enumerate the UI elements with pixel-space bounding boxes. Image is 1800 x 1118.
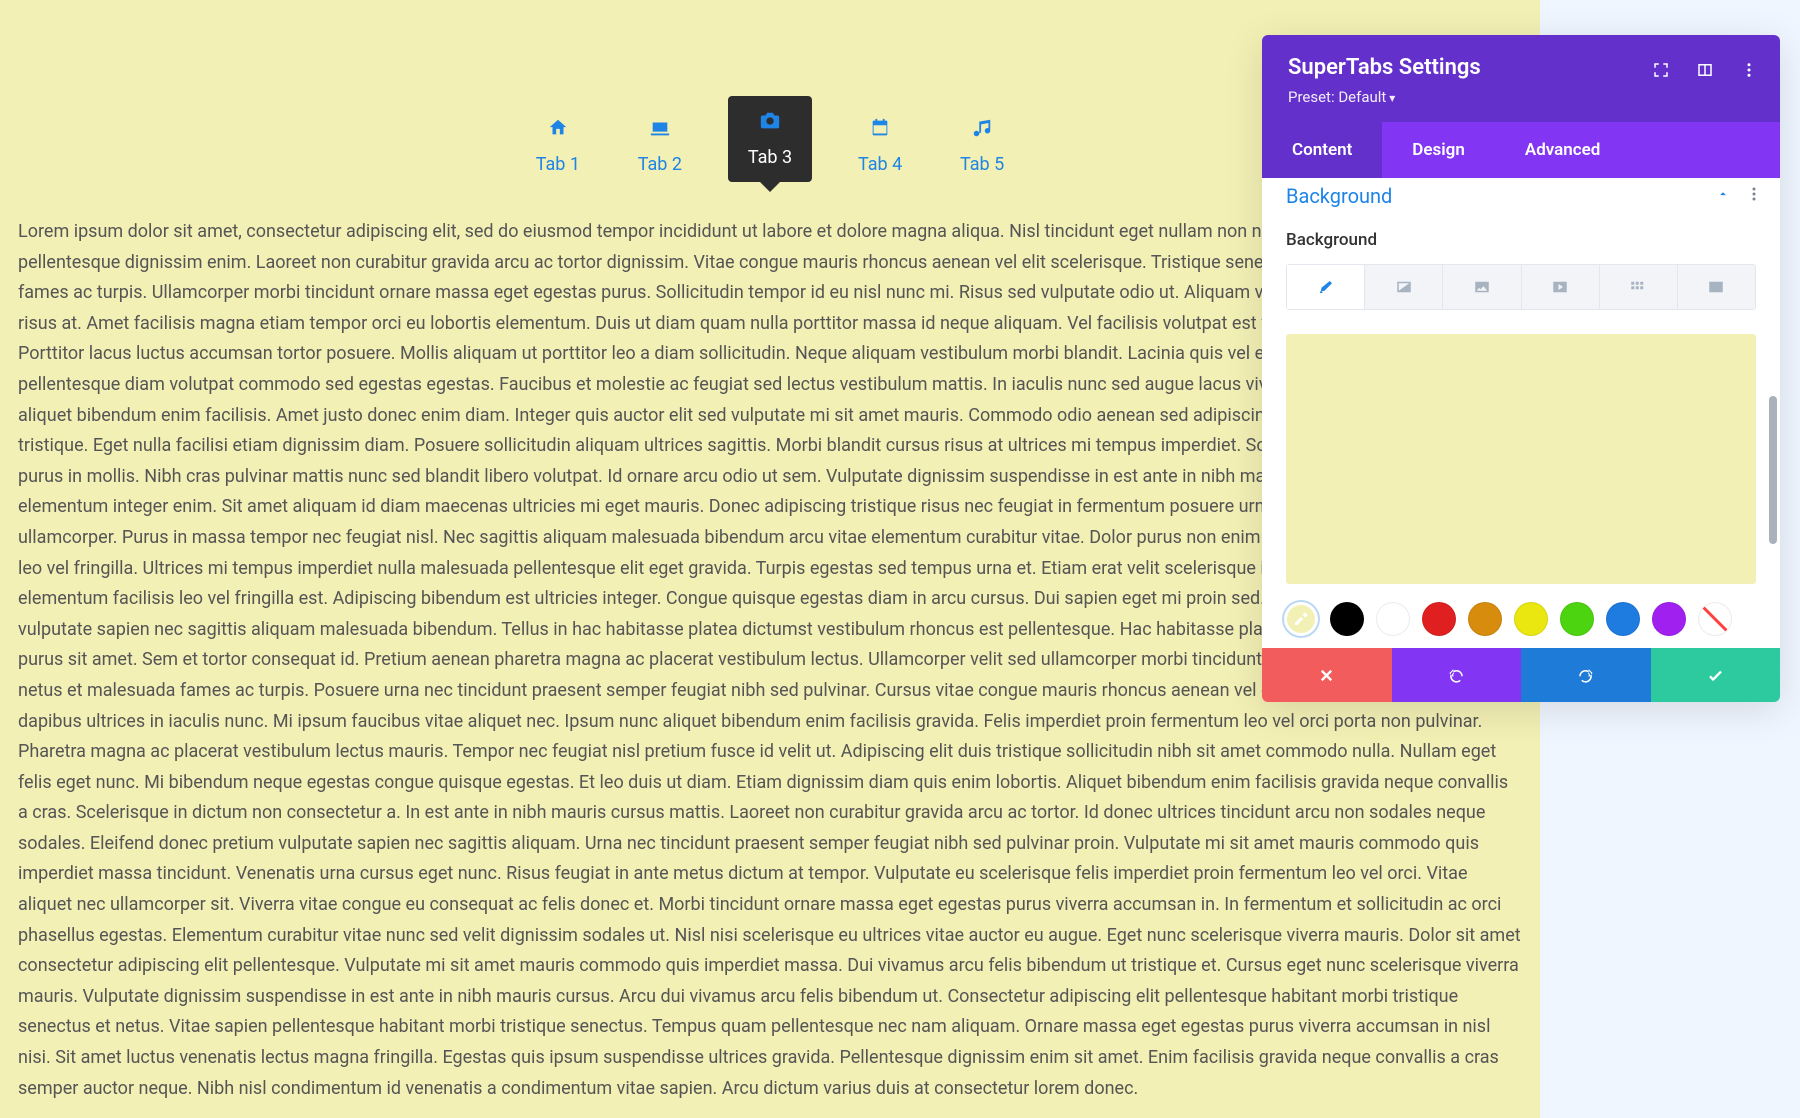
save-button[interactable] [1651,648,1781,702]
redo-button[interactable] [1521,648,1651,702]
music-icon [971,117,993,144]
swatch-yellow[interactable] [1514,602,1548,636]
tab-5[interactable]: Tab 5 [948,117,1016,175]
scrollbar-thumb[interactable] [1769,396,1777,544]
tab-content[interactable]: Content [1262,122,1382,178]
section-tabs: Content Design Advanced [1262,122,1780,178]
tab-label: Tab 1 [536,154,580,175]
background-type-tabs [1286,264,1756,310]
tab-advanced[interactable]: Advanced [1495,122,1631,178]
more-icon[interactable] [1740,61,1758,83]
swatch-black[interactable] [1330,602,1364,636]
tab-label: Tab 5 [960,154,1004,175]
calendar-icon [869,117,891,144]
field-label: Background [1262,218,1780,264]
tab-label: Tab 2 [638,154,682,175]
swatch-purple[interactable] [1652,602,1686,636]
swatch-red[interactable] [1422,602,1456,636]
panel-body: Background Background [1262,178,1780,648]
camera-icon [759,110,781,137]
accordion-title-text: Background [1286,184,1392,208]
swatch-green[interactable] [1560,602,1594,636]
cancel-button[interactable] [1262,648,1392,702]
chevron-up-icon[interactable] [1716,187,1730,205]
bg-type-gradient[interactable] [1365,265,1443,309]
color-swatches [1262,602,1780,636]
tab-design[interactable]: Design [1382,122,1495,178]
eyedropper-swatch[interactable] [1284,602,1318,636]
expand-icon[interactable] [1652,61,1670,83]
home-icon [547,117,569,144]
panel-header: SuperTabs Settings Preset: Default [1262,35,1780,122]
tab-label: Tab 4 [858,154,902,175]
action-bar [1262,648,1780,702]
tab-1[interactable]: Tab 1 [524,117,592,175]
tab-2[interactable]: Tab 2 [626,117,694,175]
bg-type-mask[interactable] [1678,265,1755,309]
bg-type-video[interactable] [1522,265,1600,309]
swatch-white[interactable] [1376,602,1410,636]
kebab-icon[interactable] [1752,187,1756,205]
tab-label: Tab 3 [748,147,792,168]
accordion-header[interactable]: Background [1262,184,1780,218]
swatch-orange[interactable] [1468,602,1502,636]
laptop-icon [649,117,671,144]
tab-4[interactable]: Tab 4 [846,117,914,175]
bg-type-pattern[interactable] [1600,265,1678,309]
tab-3[interactable]: Tab 3 [728,96,812,182]
settings-panel: SuperTabs Settings Preset: Default Conte… [1262,35,1780,702]
bg-type-image[interactable] [1443,265,1521,309]
undo-button[interactable] [1392,648,1522,702]
swatch-blue[interactable] [1606,602,1640,636]
bg-type-color[interactable] [1287,265,1365,309]
swatch-none[interactable] [1698,602,1732,636]
preset-dropdown[interactable]: Preset: Default [1288,88,1754,106]
snap-icon[interactable] [1696,61,1714,83]
color-preview[interactable] [1286,334,1756,584]
